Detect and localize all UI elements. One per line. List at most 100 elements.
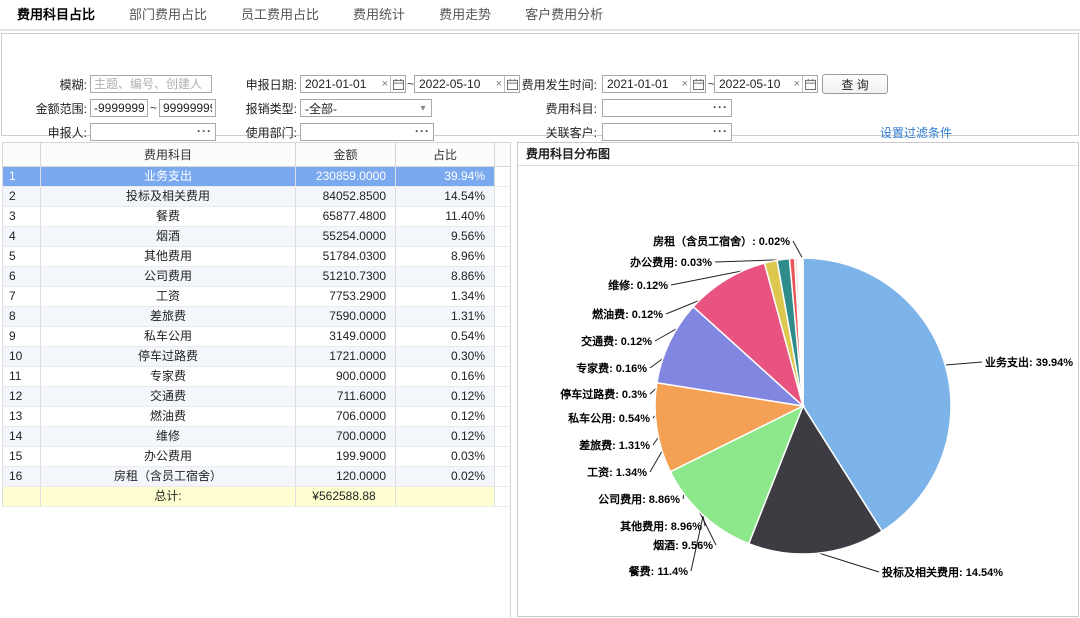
picker-ellipsis-icon[interactable]: ··· xyxy=(713,99,728,115)
cell-name: 维修 xyxy=(41,427,296,447)
pie-chart: 业务支出: 39.94%投标及相关费用: 14.54%餐费: 11.4%烟酒: … xyxy=(518,166,1078,616)
cell-num: 14 xyxy=(3,427,41,447)
table-total-row: 总计:¥562588.88 xyxy=(3,487,511,507)
pie-label-2: 餐费: 11.4% xyxy=(628,564,689,578)
cell-filler xyxy=(495,167,511,187)
table-row[interactable]: 7工资7753.29001.34% xyxy=(3,287,511,307)
cell-amount: 900.0000 xyxy=(296,367,396,387)
expense-table: 费用科目 金额 占比 1业务支出230859.000039.94%2投标及相关费… xyxy=(2,142,510,507)
pie-label-5: 公司费用: 8.86% xyxy=(598,492,680,506)
use-dept-picker[interactable]: ··· xyxy=(300,123,434,141)
cell-amount: 55254.0000 xyxy=(296,227,396,247)
search-button[interactable]: 查 询 xyxy=(822,74,888,94)
table-row[interactable]: 9私车公用3149.00000.54% xyxy=(3,327,511,347)
header-filler xyxy=(495,143,511,167)
table-row[interactable]: 11专家费900.00000.16% xyxy=(3,367,511,387)
cell-name: 办公费用 xyxy=(41,447,296,467)
cell-amount: 51210.7300 xyxy=(296,267,396,287)
reimburse-type-select[interactable]: -全部- ▾ xyxy=(300,99,432,117)
declarer-picker[interactable]: ··· xyxy=(90,123,216,141)
filter-panel: 模糊: 申报日期: 2021-01-01 × ~ 2022-05-10 × 费用… xyxy=(1,33,1079,136)
cell-num: 7 xyxy=(3,287,41,307)
cell-filler xyxy=(495,447,511,467)
table-row[interactable]: 14维修700.00000.12% xyxy=(3,427,511,447)
tab-3[interactable]: 费用统计 xyxy=(336,0,422,29)
chevron-down-icon: ▾ xyxy=(415,103,431,114)
picker-ellipsis-icon[interactable]: ··· xyxy=(713,123,728,139)
use-dept-label: 使用部门: xyxy=(227,124,297,142)
pie-label-0: 业务支出: 39.94% xyxy=(985,355,1073,369)
cell-filler xyxy=(495,367,511,387)
clear-icon[interactable]: × xyxy=(792,78,802,90)
cell-pct: 0.12% xyxy=(396,387,495,407)
cell-filler xyxy=(495,327,511,347)
table-row[interactable]: 1业务支出230859.000039.94% xyxy=(3,167,511,187)
cell-filler xyxy=(495,187,511,207)
tab-4[interactable]: 费用走势 xyxy=(422,0,508,29)
cell-pct: 0.12% xyxy=(396,407,495,427)
tab-0[interactable]: 费用科目占比 xyxy=(0,0,112,29)
related-customer-picker[interactable]: ··· xyxy=(602,123,732,141)
cell-num: 3 xyxy=(3,207,41,227)
cell-filler xyxy=(495,227,511,247)
cell-filler xyxy=(495,407,511,427)
expense-time-label: 费用发生时间: xyxy=(507,76,597,94)
cell-name: 公司费用 xyxy=(41,267,296,287)
pie-label-13: 维修: 0.12% xyxy=(608,278,668,292)
fuzzy-input[interactable] xyxy=(90,75,212,93)
table-row[interactable]: 8差旅费7590.00001.31% xyxy=(3,307,511,327)
cell-num: 4 xyxy=(3,227,41,247)
table-row[interactable]: 13燃油费706.00000.12% xyxy=(3,407,511,427)
table-row[interactable]: 5其他费用51784.03008.96% xyxy=(3,247,511,267)
table-row[interactable]: 15办公费用199.90000.03% xyxy=(3,447,511,467)
calendar-icon[interactable] xyxy=(802,76,817,92)
cell-pct: 9.56% xyxy=(396,227,495,247)
clear-icon[interactable]: × xyxy=(494,78,504,90)
cell-name: 燃油费 xyxy=(41,407,296,427)
pie-label-8: 私车公用: 0.54% xyxy=(568,411,650,425)
header-ratio[interactable]: 占比 xyxy=(396,143,495,167)
table-row[interactable]: 10停车过路费1721.00000.30% xyxy=(3,347,511,367)
tab-5[interactable]: 客户费用分析 xyxy=(508,0,620,29)
picker-ellipsis-icon[interactable]: ··· xyxy=(197,123,212,139)
calendar-icon[interactable] xyxy=(390,76,405,92)
declare-date-start[interactable]: 2021-01-01 × xyxy=(300,75,406,93)
pie-label-12: 燃油费: 0.12% xyxy=(591,307,663,321)
cell-filler xyxy=(495,387,511,407)
use-dept-input[interactable] xyxy=(300,123,434,141)
cell-amount: 7753.2900 xyxy=(296,287,396,307)
amount-range-separator: ~ xyxy=(150,99,157,117)
table-row[interactable]: 16房租（含员工宿舍）120.00000.02% xyxy=(3,467,511,487)
pie-label-9: 停车过路费: 0.3% xyxy=(560,387,647,401)
table-row[interactable]: 6公司费用51210.73008.86% xyxy=(3,267,511,287)
tab-2[interactable]: 员工费用占比 xyxy=(224,0,336,29)
table-row[interactable]: 12交通费711.60000.12% xyxy=(3,387,511,407)
declare-date-end[interactable]: 2022-05-10 × xyxy=(414,75,520,93)
picker-ellipsis-icon[interactable]: ··· xyxy=(415,123,430,139)
total-value: ¥562588.88 xyxy=(296,487,396,507)
table-row[interactable]: 4烟酒55254.00009.56% xyxy=(3,227,511,247)
cell-name: 专家费 xyxy=(41,367,296,387)
panel-splitter[interactable] xyxy=(510,142,511,618)
tab-1[interactable]: 部门费用占比 xyxy=(112,0,224,29)
expense-time-end[interactable]: 2022-05-10 × xyxy=(714,75,818,93)
cell-num: 10 xyxy=(3,347,41,367)
clear-icon[interactable]: × xyxy=(680,78,690,90)
cell-filler xyxy=(495,287,511,307)
expense-subject-picker[interactable]: ··· xyxy=(602,99,732,117)
expense-time-start[interactable]: 2021-01-01 × xyxy=(602,75,706,93)
pie-label-15: 房租（含员工宿舍）: 0.02% xyxy=(653,234,790,248)
set-filter-link[interactable]: 设置过滤条件 xyxy=(880,124,952,141)
clear-icon[interactable]: × xyxy=(380,78,390,90)
calendar-icon[interactable] xyxy=(690,76,705,92)
cell-filler xyxy=(495,347,511,367)
table-row[interactable]: 3餐费65877.480011.40% xyxy=(3,207,511,227)
header-amount[interactable]: 金额 xyxy=(296,143,396,167)
table-row[interactable]: 2投标及相关费用84052.850014.54% xyxy=(3,187,511,207)
cell-name: 烟酒 xyxy=(41,227,296,247)
amount-max-input[interactable] xyxy=(159,99,216,117)
amount-min-input[interactable] xyxy=(90,99,148,117)
cell-num: 2 xyxy=(3,187,41,207)
total-label: 总计: xyxy=(41,487,296,507)
header-subject[interactable]: 费用科目 xyxy=(41,143,296,167)
